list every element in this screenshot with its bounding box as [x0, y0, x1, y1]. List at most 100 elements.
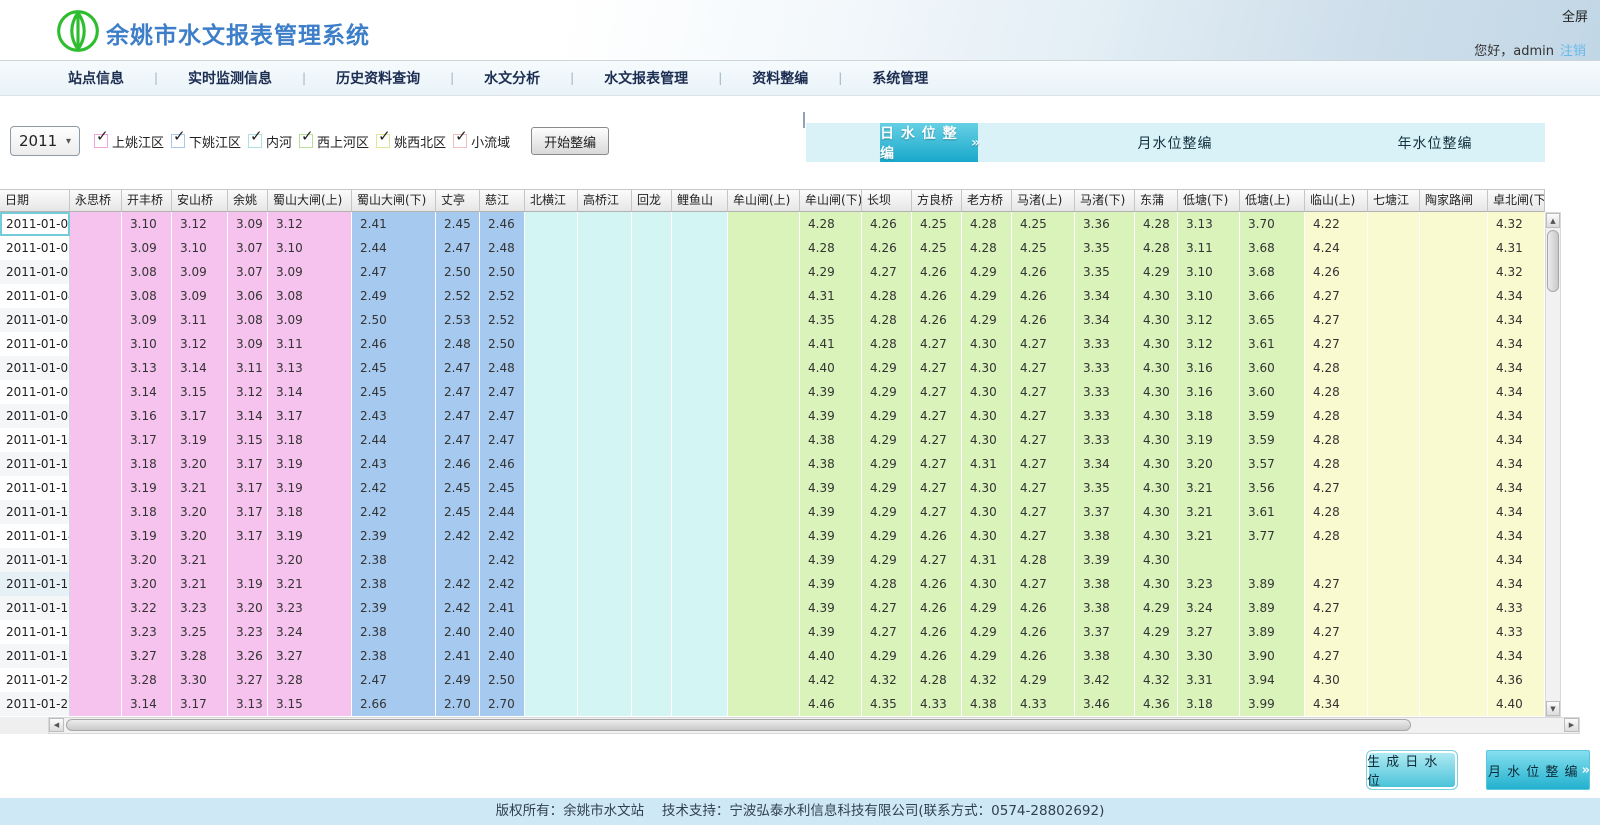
column-header-17[interactable]: 老方桥 — [962, 189, 1012, 212]
value-cell[interactable]: 3.21 — [172, 476, 228, 500]
column-header-2[interactable]: 开丰桥 — [122, 189, 172, 212]
value-cell[interactable]: 3.23 — [228, 620, 268, 644]
value-cell[interactable]: 2.39 — [352, 596, 436, 620]
value-cell[interactable]: 3.46 — [1075, 692, 1135, 716]
value-cell[interactable]: 4.27 — [1012, 332, 1075, 356]
value-cell[interactable] — [1368, 404, 1420, 428]
value-cell[interactable]: 3.38 — [1075, 644, 1135, 668]
value-cell[interactable]: 4.30 — [1135, 476, 1178, 500]
value-cell[interactable]: 3.30 — [172, 668, 228, 692]
value-cell[interactable]: 2.70 — [480, 692, 525, 716]
value-cell[interactable] — [728, 212, 800, 236]
value-cell[interactable]: 4.25 — [912, 236, 962, 260]
value-cell[interactable]: 4.28 — [1012, 548, 1075, 572]
value-cell[interactable]: 3.27 — [122, 644, 172, 668]
value-cell[interactable]: 2.40 — [480, 644, 525, 668]
value-cell[interactable]: 4.30 — [962, 524, 1012, 548]
value-cell[interactable] — [672, 620, 728, 644]
value-cell[interactable]: 4.29 — [862, 404, 912, 428]
value-cell[interactable] — [1368, 692, 1420, 716]
value-cell[interactable]: 4.33 — [1012, 692, 1075, 716]
value-cell[interactable] — [525, 452, 578, 476]
value-cell[interactable]: 2.45 — [436, 476, 480, 500]
value-cell[interactable]: 4.29 — [1135, 620, 1178, 644]
value-cell[interactable] — [1240, 548, 1305, 572]
value-cell[interactable] — [728, 332, 800, 356]
column-header-7[interactable]: 丈亭 — [436, 189, 480, 212]
value-cell[interactable]: 3.30 — [1178, 644, 1240, 668]
value-cell[interactable]: 4.28 — [800, 212, 862, 236]
value-cell[interactable]: 2.52 — [480, 308, 525, 332]
checkbox-icon[interactable]: ✓ — [94, 134, 108, 148]
region-checkbox-4[interactable]: ✓姚西北区 — [376, 132, 446, 151]
value-cell[interactable]: 4.30 — [1305, 668, 1368, 692]
value-cell[interactable]: 4.34 — [1488, 476, 1545, 500]
value-cell[interactable] — [70, 260, 122, 284]
region-checkbox-3[interactable]: ✓西上河区 — [299, 132, 369, 151]
value-cell[interactable] — [525, 284, 578, 308]
value-cell[interactable]: 3.15 — [268, 692, 352, 716]
value-cell[interactable] — [672, 404, 728, 428]
value-cell[interactable]: 3.19 — [172, 428, 228, 452]
value-cell[interactable]: 3.37 — [1075, 620, 1135, 644]
value-cell[interactable] — [578, 380, 632, 404]
value-cell[interactable]: 2.41 — [480, 596, 525, 620]
value-cell[interactable] — [728, 476, 800, 500]
value-cell[interactable]: 3.34 — [1075, 452, 1135, 476]
value-cell[interactable]: 4.26 — [862, 236, 912, 260]
value-cell[interactable] — [1368, 668, 1420, 692]
value-cell[interactable]: 3.77 — [1240, 524, 1305, 548]
value-cell[interactable]: 4.27 — [1305, 644, 1368, 668]
value-cell[interactable]: 2.70 — [436, 692, 480, 716]
value-cell[interactable] — [672, 692, 728, 716]
value-cell[interactable]: 2.40 — [480, 620, 525, 644]
value-cell[interactable]: 4.30 — [962, 404, 1012, 428]
nav-item-4[interactable]: 水文报表管理 — [574, 68, 718, 88]
value-cell[interactable]: 4.36 — [1135, 692, 1178, 716]
value-cell[interactable]: 3.07 — [228, 236, 268, 260]
value-cell[interactable]: 3.19 — [268, 524, 352, 548]
value-cell[interactable]: 2.46 — [352, 332, 436, 356]
value-cell[interactable]: 4.39 — [800, 548, 862, 572]
horizontal-scroll-thumb[interactable] — [66, 719, 1411, 731]
value-cell[interactable]: 3.17 — [228, 500, 268, 524]
checkbox-icon[interactable]: ✓ — [376, 134, 390, 148]
value-cell[interactable]: 4.29 — [962, 644, 1012, 668]
value-cell[interactable]: 3.19 — [268, 476, 352, 500]
value-cell[interactable] — [578, 308, 632, 332]
value-cell[interactable]: 3.42 — [1075, 668, 1135, 692]
value-cell[interactable]: 4.29 — [800, 260, 862, 284]
value-cell[interactable]: 4.30 — [1135, 644, 1178, 668]
value-cell[interactable]: 2.47 — [436, 236, 480, 260]
value-cell[interactable]: 4.27 — [862, 260, 912, 284]
value-cell[interactable]: 2.42 — [352, 500, 436, 524]
value-cell[interactable]: 3.06 — [228, 284, 268, 308]
value-cell[interactable] — [632, 236, 672, 260]
value-cell[interactable] — [70, 596, 122, 620]
value-cell[interactable]: 3.09 — [122, 308, 172, 332]
value-cell[interactable]: 3.60 — [1240, 356, 1305, 380]
value-cell[interactable]: 2.48 — [480, 236, 525, 260]
value-cell[interactable]: 3.90 — [1240, 644, 1305, 668]
value-cell[interactable]: 4.34 — [1488, 452, 1545, 476]
value-cell[interactable] — [1420, 308, 1488, 332]
value-cell[interactable]: 4.30 — [1135, 500, 1178, 524]
value-cell[interactable]: 4.26 — [912, 284, 962, 308]
value-cell[interactable] — [632, 452, 672, 476]
value-cell[interactable]: 4.28 — [1135, 212, 1178, 236]
date-cell[interactable]: 2011-01-21 — [0, 692, 70, 716]
value-cell[interactable]: 4.26 — [912, 260, 962, 284]
value-cell[interactable]: 4.26 — [912, 644, 962, 668]
value-cell[interactable] — [728, 404, 800, 428]
value-cell[interactable]: 4.39 — [800, 500, 862, 524]
value-cell[interactable]: 4.27 — [1305, 332, 1368, 356]
value-cell[interactable]: 4.27 — [862, 620, 912, 644]
value-cell[interactable]: 4.29 — [862, 548, 912, 572]
value-cell[interactable] — [1368, 572, 1420, 596]
value-cell[interactable] — [578, 260, 632, 284]
value-cell[interactable] — [525, 548, 578, 572]
value-cell[interactable] — [728, 644, 800, 668]
value-cell[interactable] — [578, 236, 632, 260]
value-cell[interactable]: 2.38 — [352, 620, 436, 644]
value-cell[interactable]: 2.50 — [352, 308, 436, 332]
